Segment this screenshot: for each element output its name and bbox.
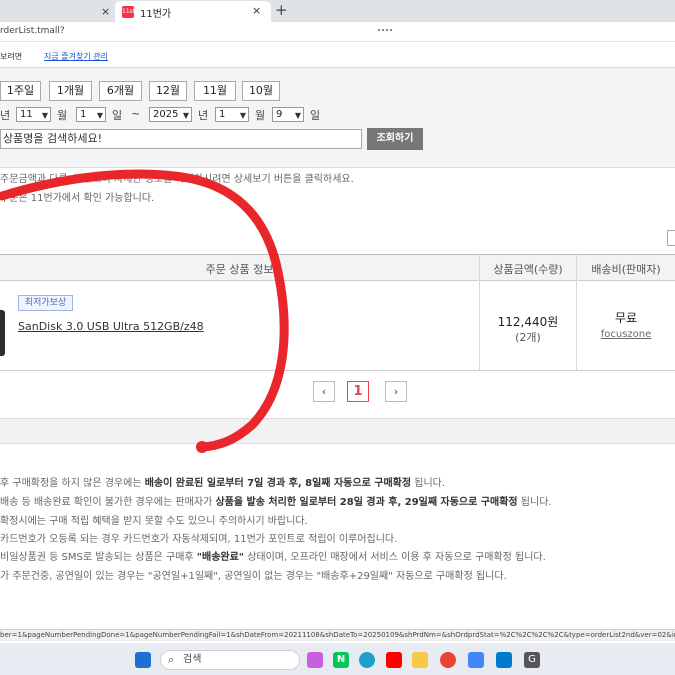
windows-start-icon[interactable] (135, 652, 151, 668)
search-icon: ⌕ (168, 653, 175, 666)
google-app-icon[interactable]: G (524, 652, 540, 668)
taskbar-search-box[interactable]: 검색 (160, 650, 300, 670)
file-explorer-icon[interactable] (412, 652, 428, 668)
youtube-icon[interactable] (386, 652, 402, 668)
chrome-icon[interactable] (440, 652, 456, 668)
vscode-icon[interactable] (496, 652, 512, 668)
google-translate-icon[interactable] (468, 652, 484, 668)
copilot-icon[interactable] (307, 652, 323, 668)
edge-icon[interactable] (359, 652, 375, 668)
red-annotation-circle (0, 169, 289, 453)
naver-icon[interactable]: N (333, 652, 349, 668)
